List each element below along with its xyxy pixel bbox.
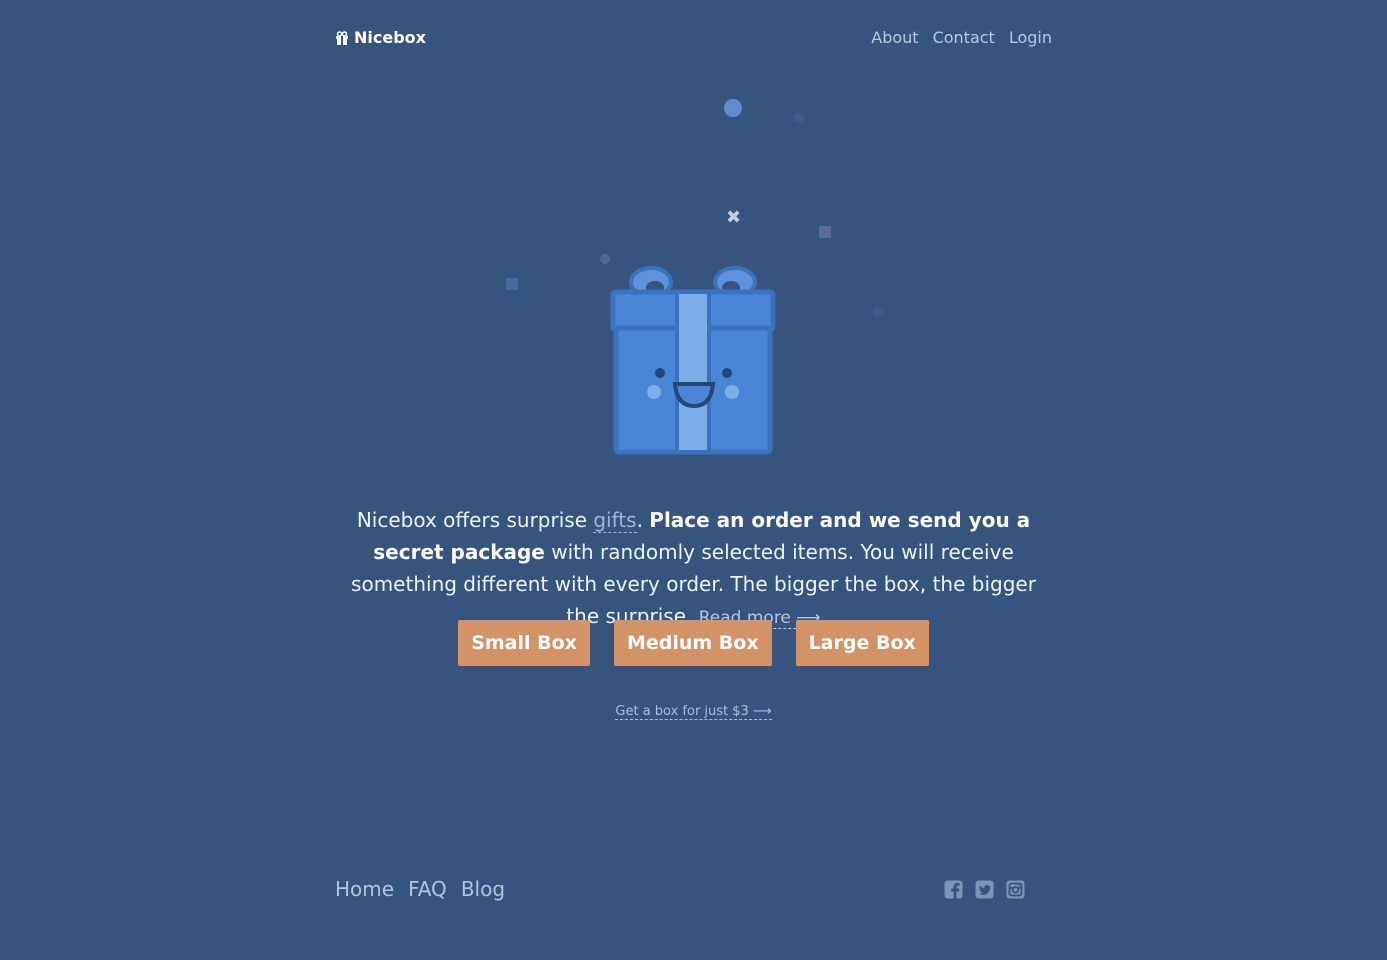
medium-box-button[interactable]: Medium Box: [613, 620, 772, 666]
confetti-square: [506, 278, 518, 290]
social-links: [944, 880, 1025, 899]
brand-logo[interactable]: Nicebox: [335, 28, 426, 47]
intro-text-part1: Nicebox offers surprise: [356, 508, 594, 532]
footer-blog-link[interactable]: Blog: [461, 877, 505, 901]
gift-box: [610, 266, 776, 455]
gift-icon: [335, 30, 349, 45]
promo: Get a box for just $3 ⟶: [0, 704, 1387, 720]
intro-text-part2: .: [636, 508, 650, 532]
confetti-dot: [600, 254, 610, 264]
confetti-dot: [873, 307, 883, 317]
twitter-icon[interactable]: [975, 880, 994, 899]
top-nav: About Contact Login: [871, 28, 1052, 47]
confetti-cross: ✖: [726, 207, 741, 228]
confetti-square: [819, 226, 831, 238]
large-box-button[interactable]: Large Box: [795, 620, 929, 666]
promo-link[interactable]: Get a box for just $3 ⟶: [615, 704, 772, 720]
confetti-dot: [724, 99, 742, 117]
brand-name: Nicebox: [354, 28, 426, 47]
footer-faq-link[interactable]: FAQ: [408, 877, 447, 901]
nav-about-link[interactable]: About: [871, 28, 918, 47]
box-buttons: Small Box Medium Box Large Box: [0, 620, 1387, 666]
facebook-icon[interactable]: [944, 880, 963, 899]
intro-text: Nicebox offers surprise gifts. Place an …: [335, 504, 1052, 634]
gifts-link[interactable]: gifts: [593, 508, 637, 533]
footer-nav: Home FAQ Blog: [335, 877, 505, 901]
footer-home-link[interactable]: Home: [335, 877, 394, 901]
nav-contact-link[interactable]: Contact: [933, 28, 995, 47]
gift-illustration: ✖: [490, 85, 900, 465]
instagram-icon[interactable]: [1006, 880, 1025, 899]
nav-login-link[interactable]: Login: [1009, 28, 1052, 47]
small-box-button[interactable]: Small Box: [458, 620, 590, 666]
confetti-dot: [794, 113, 804, 123]
